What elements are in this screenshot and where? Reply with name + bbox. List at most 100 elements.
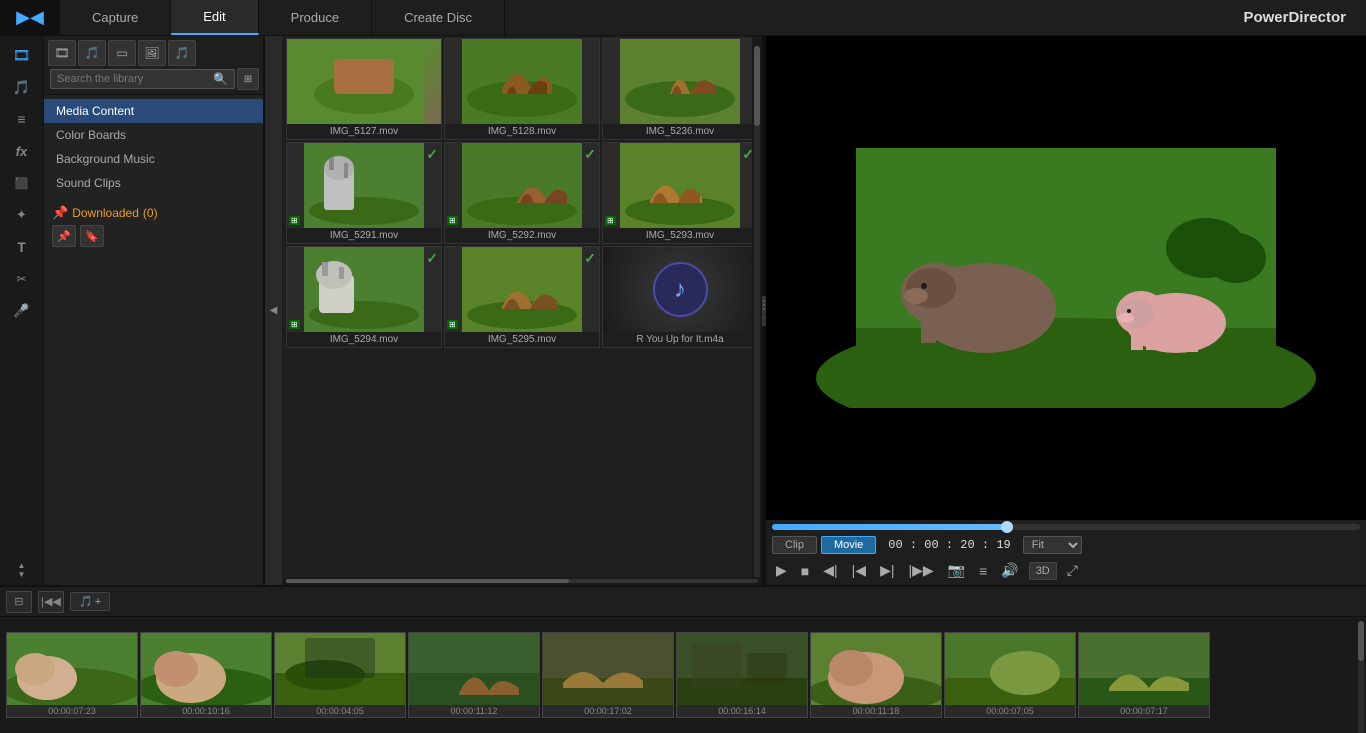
thumb-img5292: [445, 143, 599, 228]
sound-lib-icon: 🎵: [175, 46, 190, 60]
collapse-arrow-icon: ◀: [270, 305, 278, 316]
thumb-music: ♪: [603, 247, 757, 332]
media-scroll-track: [754, 46, 760, 577]
tab-create-disc[interactable]: Create Disc: [372, 0, 505, 35]
rewind-btn[interactable]: ◀|: [819, 560, 841, 581]
threed-mode-btn[interactable]: 3D: [1029, 562, 1057, 580]
tl-clip-7[interactable]: 00:00:07:05: [944, 632, 1076, 718]
clip-btn[interactable]: Clip: [772, 536, 817, 554]
add-audio-btn[interactable]: 🎵 +: [70, 592, 110, 611]
grid-view-btn[interactable]: ⊞: [237, 68, 259, 90]
image-lib-icon: 🖼: [144, 46, 159, 60]
sidebar-icon-chroma[interactable]: ✦: [4, 200, 40, 230]
sidebar-icon-voice[interactable]: 🎤: [4, 296, 40, 326]
check-img5292: ✓: [584, 146, 596, 163]
media-item-img5292[interactable]: ✓ ⊞ IMG_5292.mov: [444, 142, 600, 244]
timeline-clips: 00:00:07:23 00:00:10:16 00:00:04:05 00:0…: [0, 617, 1356, 733]
thumb-img5127: [287, 39, 441, 124]
downloaded-header[interactable]: 📌 Downloaded (0): [52, 205, 255, 221]
thumb-svg-img5294: [287, 247, 441, 332]
expand-btn[interactable]: ⤢: [1063, 560, 1082, 581]
subtitle-ctrl-btn[interactable]: ≡: [975, 561, 991, 581]
dl-icon-bookmark[interactable]: 🔖: [80, 225, 104, 247]
sidebar-icon-edit[interactable]: ✂: [4, 264, 40, 294]
lib-image-btn[interactable]: 🖼: [138, 40, 166, 66]
media-item-img5127[interactable]: IMG_5127.mov: [286, 38, 442, 140]
media-item-img5236[interactable]: IMG_5236.mov: [602, 38, 758, 140]
add-audio-label: +: [95, 596, 101, 608]
sidebar-icon-audio[interactable]: 🎵: [4, 72, 40, 102]
tl-thumb-2: [275, 633, 405, 705]
menu-item-sound-clips[interactable]: Sound Clips: [44, 171, 263, 195]
library-panel: 🎞 🎵 ▭ 🖼 🎵 🔍 ⊞ Media Conte: [44, 36, 264, 585]
search-box[interactable]: 🔍: [50, 69, 235, 89]
dl-icon-pin[interactable]: 📌: [52, 225, 76, 247]
sidebar-icon-text[interactable]: T: [4, 232, 40, 262]
menu-item-background-music[interactable]: Background Music: [44, 147, 263, 171]
media-grid-container: IMG_5127.mov IMG_5128.mo: [282, 36, 762, 577]
fast-fwd-btn[interactable]: |▶▶: [904, 560, 937, 581]
volume-btn[interactable]: 🔊: [997, 560, 1022, 581]
menu-item-color-boards[interactable]: Color Boards: [44, 123, 263, 147]
tl-clip-2[interactable]: 00:00:04:05: [274, 632, 406, 718]
media-item-img5293[interactable]: ✓ ⊞ IMG_5293.mov: [602, 142, 758, 244]
lib-media-btn[interactable]: 🎞: [48, 40, 76, 66]
snapshot-btn[interactable]: 📷: [944, 560, 969, 581]
lib-effects-btn[interactable]: ▭: [108, 40, 136, 66]
check-img5294: ✓: [426, 250, 438, 267]
step-fwd-btn[interactable]: ▶|: [876, 560, 898, 581]
menu-item-media-content[interactable]: Media Content: [44, 99, 263, 123]
tl-clip-3[interactable]: 00:00:11:12: [408, 632, 540, 718]
media-horizontal-scroll[interactable]: [286, 579, 758, 583]
sidebar-icon-subtitles[interactable]: ≡: [4, 104, 40, 134]
media-item-img5291[interactable]: ✓ ⊞ IMG_5291.mov: [286, 142, 442, 244]
thumb-svg-img5236: [603, 39, 757, 124]
timeline-area: ⊟ |◀◀ 🎵 + 00:00:07:23 00:00:10:16: [0, 585, 1366, 733]
lib-sound-btn[interactable]: 🎵: [168, 40, 196, 66]
tl-clip-8[interactable]: 00:00:07:17: [1078, 632, 1210, 718]
app-logo-icon: ▶◀: [16, 7, 44, 28]
movie-btn[interactable]: Movie: [821, 536, 876, 554]
media-item-img5128[interactable]: IMG_5128.mov: [444, 38, 600, 140]
tab-capture[interactable]: Capture: [60, 0, 171, 35]
badge-img5294: ⊞: [289, 320, 300, 329]
tl-label-5: 00:00:16:14: [677, 705, 807, 717]
sidebar-icon-media[interactable]: 🎞: [4, 40, 40, 70]
media-item-img5294[interactable]: ✓ ⊞ IMG_5294.mov: [286, 246, 442, 348]
fit-select[interactable]: Fit 100% 75% 50%: [1023, 536, 1082, 554]
sidebar-icon-fx[interactable]: fx: [4, 136, 40, 166]
fx-icon: fx: [16, 144, 28, 159]
audio-icon: 🎵: [13, 79, 30, 96]
sidebar-icon-pip[interactable]: ⬛: [4, 168, 40, 198]
progress-handle[interactable]: [1001, 521, 1013, 533]
tl-clip-0[interactable]: 00:00:07:23: [6, 632, 138, 718]
tab-edit[interactable]: Edit: [171, 0, 258, 35]
tl-clip-6[interactable]: 00:00:11:18: [810, 632, 942, 718]
tl-label-8: 00:00:07:17: [1079, 705, 1209, 717]
media-item-music[interactable]: ♪ R You Up for It.m4a: [602, 246, 758, 348]
stop-btn[interactable]: ■: [797, 561, 813, 581]
step-back-btn[interactable]: |◀: [848, 560, 870, 581]
sidebar-icon-chevrons[interactable]: ▲ ▼: [4, 555, 40, 585]
tab-produce[interactable]: Produce: [259, 0, 372, 35]
collapse-panel-btn[interactable]: ◀: [264, 36, 282, 585]
tl-clip-5[interactable]: 00:00:16:14: [676, 632, 808, 718]
tl-skip-start-btn[interactable]: |◀◀: [38, 591, 64, 613]
search-input[interactable]: [57, 73, 213, 85]
tl-layout-btn[interactable]: ⊟: [6, 591, 32, 613]
tl-clip-4[interactable]: 00:00:17:02: [542, 632, 674, 718]
timeline-right-scrollbar[interactable]: [1356, 617, 1366, 733]
media-scrollbar[interactable]: [752, 36, 762, 577]
thumb-svg-img5295: [445, 247, 599, 332]
check-img5291: ✓: [426, 146, 438, 163]
tl-clip-1[interactable]: 00:00:10:16: [140, 632, 272, 718]
timeline-track: 00:00:07:23 00:00:10:16 00:00:04:05 00:0…: [0, 617, 1366, 733]
sep-dot-1: [763, 300, 765, 302]
search-icon[interactable]: 🔍: [213, 72, 228, 86]
edit-icon: ✂: [16, 272, 26, 286]
progress-bar[interactable]: [772, 524, 1360, 530]
media-item-img5295[interactable]: ✓ ⊞ IMG_5295.mov: [444, 246, 600, 348]
play-btn[interactable]: ▶: [772, 560, 791, 581]
lib-audio-btn[interactable]: 🎵: [78, 40, 106, 66]
tl-label-3: 00:00:11:12: [409, 705, 539, 717]
